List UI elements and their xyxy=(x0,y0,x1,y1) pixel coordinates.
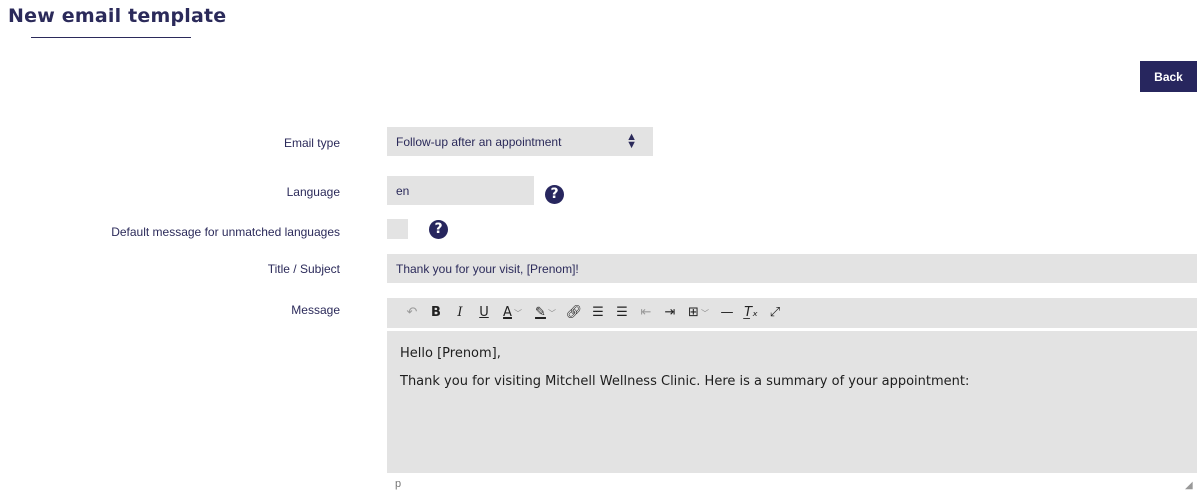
language-value: en xyxy=(396,184,410,198)
highlight-icon[interactable]: ✎ ﹀ xyxy=(530,302,561,324)
fullscreen-icon[interactable]: ⤢ xyxy=(764,302,786,324)
table-icon[interactable]: ⊞ ﹀ xyxy=(683,302,714,324)
page-title: New email template xyxy=(8,5,227,27)
clear-formatting-icon[interactable]: T̲ₓ xyxy=(740,302,762,324)
undo-icon[interactable]: ↶ xyxy=(401,302,423,324)
bulleted-list-icon[interactable]: ☰ xyxy=(611,302,633,324)
subject-input[interactable]: Thank you for your visit, [Prenom]! xyxy=(387,254,1197,283)
bold-icon[interactable]: B xyxy=(425,302,447,324)
editor-status-path: p xyxy=(395,478,402,490)
language-input[interactable]: en xyxy=(387,176,534,205)
language-help-icon[interactable]: ? xyxy=(545,185,564,204)
underline-icon[interactable]: U xyxy=(473,302,495,324)
editor-toolbar: ↶ B I U A ﹀ ✎ ﹀ 🔗︎ ☰ ☰ ⇤ ⇥ ⊞ ﹀ — T̲ₓ ⤢ xyxy=(387,298,1197,328)
default-message-help-icon[interactable]: ? xyxy=(429,220,448,239)
message-editor[interactable]: Hello [Prenom], Thank you for visiting M… xyxy=(387,331,1197,473)
email-type-select[interactable]: Follow-up after an appointment ▲ ▼ xyxy=(387,127,653,156)
italic-icon[interactable]: I xyxy=(449,302,471,324)
default-message-checkbox[interactable] xyxy=(387,219,408,239)
outdent-icon[interactable]: ⇤ xyxy=(635,302,657,324)
subject-label: Title / Subject xyxy=(267,262,340,276)
link-icon[interactable]: 🔗︎ xyxy=(563,302,585,324)
resize-handle-icon[interactable]: ◢ xyxy=(1185,480,1193,491)
email-type-value: Follow-up after an appointment xyxy=(396,135,562,149)
numbered-list-icon[interactable]: ☰ xyxy=(587,302,609,324)
back-button[interactable]: Back xyxy=(1140,61,1197,92)
title-underline xyxy=(31,37,191,38)
language-label: Language xyxy=(286,185,340,199)
message-paragraph: Thank you for visiting Mitchell Wellness… xyxy=(400,374,970,389)
text-color-icon[interactable]: A ﹀ xyxy=(497,302,528,324)
horizontal-rule-icon[interactable]: — xyxy=(716,302,738,324)
message-label: Message xyxy=(291,303,340,317)
subject-value: Thank you for your visit, [Prenom]! xyxy=(396,262,579,276)
message-paragraph: Hello [Prenom], xyxy=(400,346,501,361)
indent-icon[interactable]: ⇥ xyxy=(659,302,681,324)
default-message-label: Default message for unmatched languages xyxy=(111,225,340,239)
email-type-label: Email type xyxy=(283,136,340,150)
sort-arrows-icon: ▲ ▼ xyxy=(626,131,637,151)
